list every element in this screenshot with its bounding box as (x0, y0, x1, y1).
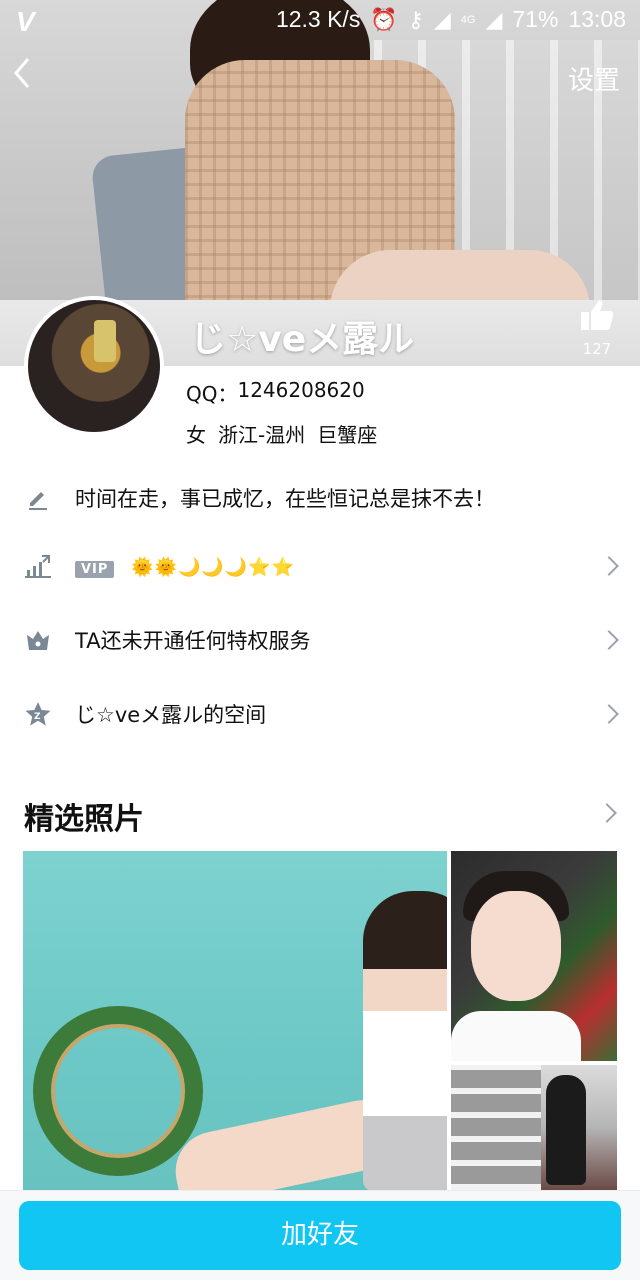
qq-row: QQ： 1246208620 (186, 378, 377, 407)
profile-info: QQ： 1246208620 女 浙江-温州 巨蟹座 (186, 378, 377, 448)
add-friend-button[interactable]: 加好友 (19, 1201, 621, 1270)
app-logo-icon: V (16, 6, 35, 37)
gender: 女 (186, 423, 206, 447)
space-text: じ☆veメ露ル的空间 (75, 703, 267, 727)
chevron-left-icon (14, 58, 30, 88)
star-space-icon: Z (24, 700, 52, 728)
crown-icon (24, 626, 52, 654)
photo-figure (546, 1075, 586, 1185)
zodiac: 巨蟹座 (317, 423, 378, 447)
level-up-icon (24, 552, 52, 580)
signal-4g-icon: ◢ (485, 6, 503, 32)
alarm-icon: ⏰ (370, 6, 398, 32)
thumbs-up-icon (574, 298, 620, 340)
profile-meta: 女 浙江-温州 巨蟹座 (186, 419, 377, 448)
avatar-phone (94, 320, 116, 362)
vip-row[interactable]: VIP 🌞🌞🌙🌙🌙⭐⭐ (0, 531, 640, 601)
pencil-icon (24, 484, 52, 512)
network-type-icon: 4G (460, 13, 476, 26)
privilege-row[interactable]: TA还未开通任何特权服务 (0, 605, 640, 675)
network-speed: 12.3 K/s (275, 6, 361, 32)
status-bar: V 12.3 K/s ⏰ ⚷ ◢ 4G ◢ 71% 13:08 (0, 0, 640, 40)
photo-main[interactable] (23, 851, 447, 1190)
vip-content: VIP 🌞🌞🌙🌙🌙⭐⭐ (75, 554, 295, 578)
privilege-text: TA还未开通任何特权服务 (75, 629, 311, 653)
level-icons: 🌞🌞🌙🌙🌙⭐⭐ (131, 557, 296, 578)
photo-bottom-right[interactable] (451, 1065, 617, 1190)
chevron-right-icon (599, 556, 619, 576)
signal-icon: ◢ (433, 6, 451, 32)
photo-shirt (451, 1011, 581, 1061)
chevron-right-icon (599, 630, 619, 650)
location: 浙江-温州 (218, 423, 306, 447)
avatar[interactable] (24, 296, 164, 436)
like-button[interactable]: 127 (574, 298, 620, 358)
back-button[interactable] (12, 56, 46, 96)
photo-wreath (33, 1006, 203, 1176)
status-right: 12.3 K/s ⏰ ⚷ ◢ 4G ◢ 71% 13:08 (276, 6, 626, 33)
signature-row[interactable]: 时间在走，事已成忆，在些恒记总是抹不去！ (0, 463, 640, 533)
space-row[interactable]: Z じ☆veメ露ル的空间 (0, 679, 640, 749)
battery-level: 71% (512, 6, 559, 32)
qq-label: QQ： (186, 382, 238, 406)
photo-top-right[interactable] (451, 851, 617, 1061)
qq-number: 1246208620 (237, 378, 365, 402)
nickname: じ☆veメ露ル (190, 319, 415, 360)
key-icon: ⚷ (407, 6, 424, 32)
photo-face (471, 891, 561, 1001)
vip-badge: VIP (75, 561, 115, 578)
svg-text:Z: Z (34, 712, 41, 722)
chevron-right-icon (599, 704, 619, 724)
photo-girl (363, 891, 447, 1190)
clock: 13:08 (568, 6, 626, 32)
photo-shelves (451, 1065, 541, 1190)
photos-title: 精选照片 (24, 802, 144, 837)
signature-text: 时间在走，事已成忆，在些恒记总是抹不去！ (75, 487, 495, 511)
photos-more-chevron-icon[interactable] (597, 803, 617, 823)
settings-button[interactable]: 设置 (568, 60, 620, 97)
like-count: 127 (582, 340, 612, 358)
